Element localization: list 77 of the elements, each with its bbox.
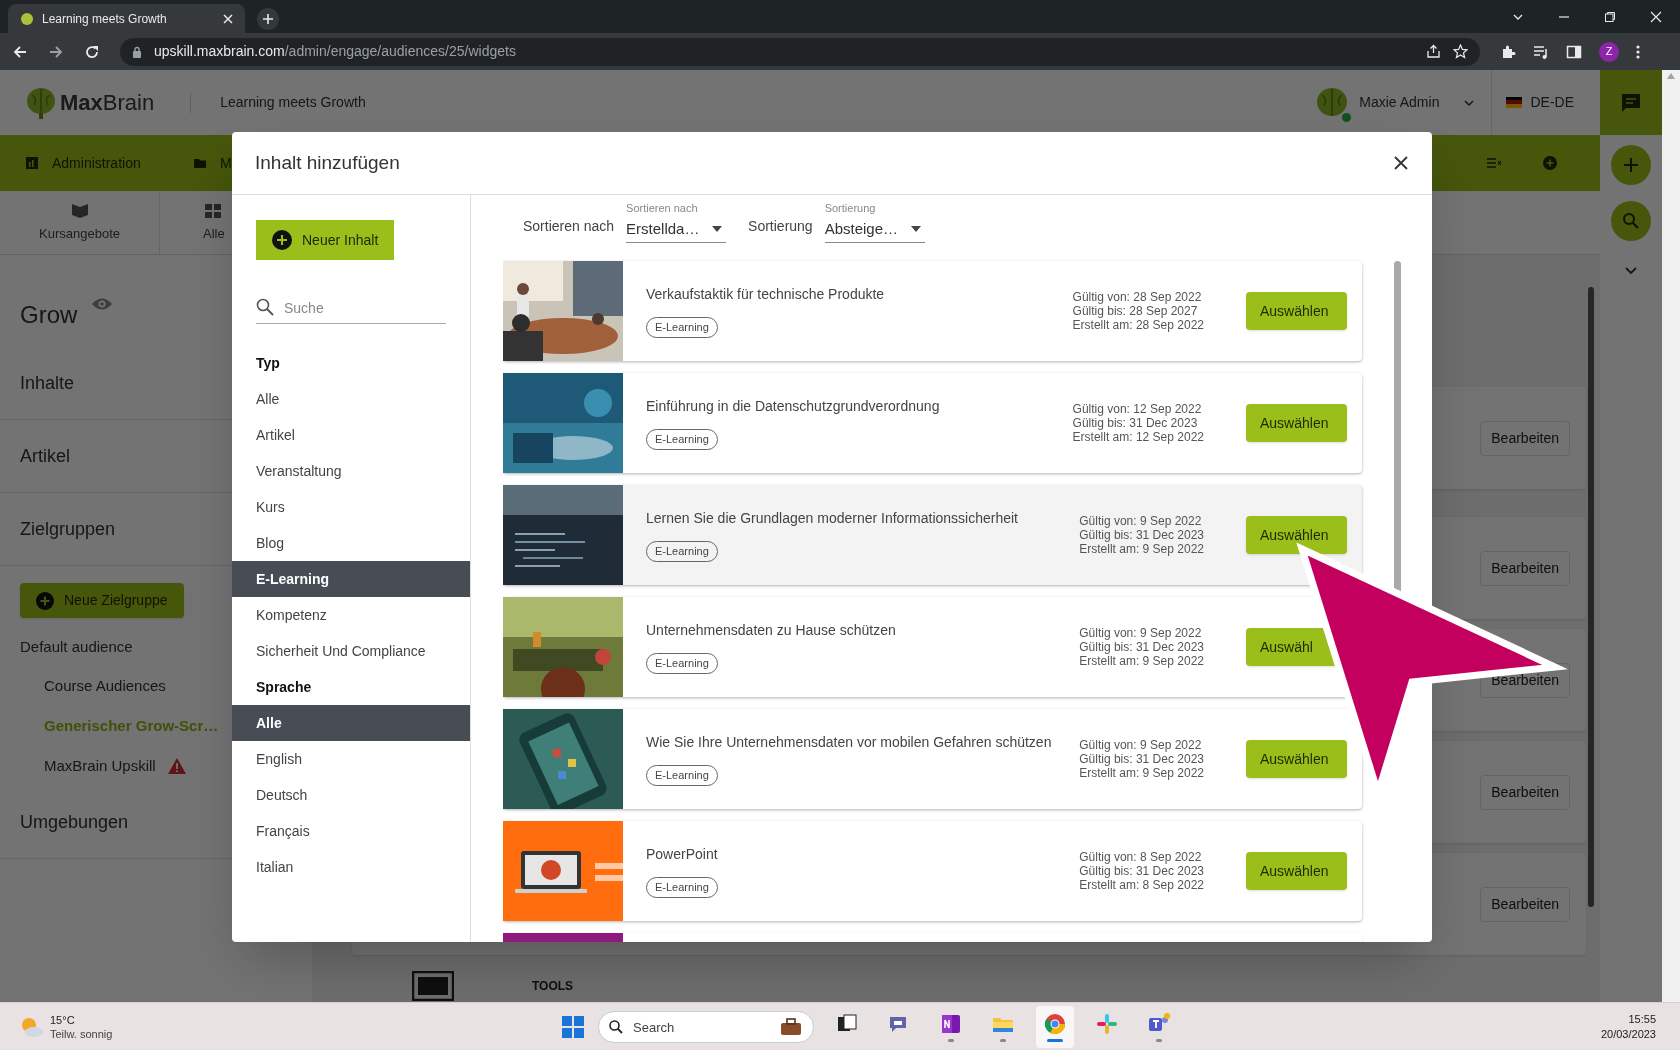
brand-logo-text: MaxBrain bbox=[60, 89, 155, 117]
date-text: Gültig bis: 28 Sep 2027 bbox=[1072, 304, 1199, 318]
locale-selector[interactable]: DE-DE bbox=[1530, 92, 1574, 113]
dialog-title: Inhalt hinzufügen bbox=[255, 150, 401, 175]
filter-option[interactable]: Sicherheit Und Compliance bbox=[232, 633, 470, 669]
audience-item[interactable]: MaxBrain Upskill bbox=[44, 754, 156, 778]
sidebar-section[interactable]: Inhalte bbox=[20, 369, 75, 397]
select-button[interactable]: Auswählen bbox=[1246, 740, 1347, 778]
date-text: Gültig von: 9 Sep 2022 bbox=[1079, 738, 1203, 752]
tagline: Learning meets Growth bbox=[220, 93, 366, 112]
date-text: Gültig bis: 31 Dec 2023 bbox=[1079, 864, 1204, 878]
sort-label: Sortierung bbox=[748, 217, 813, 236]
date-text: Gültig von: 28 Sep 2022 bbox=[1072, 290, 1203, 304]
tools-label: TOOLS bbox=[532, 978, 574, 995]
filter-option[interactable]: Kurs bbox=[232, 489, 470, 525]
sort-select[interactable]: Sortierung Absteige… bbox=[824, 199, 925, 243]
filter-option[interactable]: English bbox=[232, 741, 470, 777]
new-content-button[interactable]: Neuer Inhalt bbox=[256, 220, 395, 260]
filter-option[interactable]: Français bbox=[232, 813, 470, 849]
edit-button[interactable]: Bearbeiten bbox=[1480, 774, 1570, 810]
content-title: PowerPoint bbox=[646, 845, 719, 865]
content-title: Verkaufstaktik für technische Produkte bbox=[646, 285, 886, 305]
filter-option[interactable]: Artikel bbox=[232, 417, 470, 453]
sidebar-section[interactable]: Umgebungen bbox=[20, 808, 129, 836]
date-text: Gültig von: 9 Sep 2022 bbox=[1079, 626, 1203, 640]
weather-text: Teilw. sonnig bbox=[50, 1026, 113, 1041]
date-text: Gültig bis: 31 Dec 2023 bbox=[1079, 640, 1204, 654]
date-text: Gültig bis: 31 Dec 2023 bbox=[1079, 752, 1204, 766]
filter-option[interactable]: Alle bbox=[232, 705, 470, 741]
date-text: Erstellt am: 12 Sep 2022 bbox=[1072, 430, 1204, 444]
url-text: upskill.maxbrain.com/admin/engage/audiences/25/widgets bbox=[154, 42, 516, 61]
clock-time: 15:55 bbox=[1628, 1011, 1656, 1027]
weather-temp: 15°C bbox=[50, 1012, 76, 1027]
filter-option[interactable]: Veranstaltung bbox=[232, 453, 470, 489]
profile-avatar[interactable]: Z bbox=[1599, 41, 1619, 62]
filter-option[interactable]: Deutsch bbox=[232, 777, 470, 813]
date-text: Gültig von: 12 Sep 2022 bbox=[1072, 402, 1203, 416]
select-button[interactable]: Auswählen bbox=[1246, 404, 1347, 442]
content-title: Unternehmensdaten zu Hause schützen bbox=[646, 621, 897, 641]
date-text: Gültig bis: 31 Dec 2023 bbox=[1079, 528, 1204, 542]
filter-heading: Sprache bbox=[256, 677, 312, 697]
content-title: Lernen Sie die Grundlagen moderner Informationssicherheit bbox=[646, 509, 1019, 529]
audience-item[interactable]: Course Audiences bbox=[44, 674, 166, 698]
sort-select[interactable]: Sortieren nach Erstellda… bbox=[626, 199, 727, 243]
edit-button[interactable]: Bearbeiten bbox=[1480, 886, 1570, 922]
filter-option[interactable]: Italian bbox=[232, 849, 470, 885]
select-button[interactable]: Auswählen bbox=[1246, 516, 1347, 554]
date-text: Erstellt am: 28 Sep 2022 bbox=[1072, 318, 1204, 332]
date-text: Gültig von: 9 Sep 2022 bbox=[1079, 514, 1203, 528]
edit-button[interactable]: Bearbeiten bbox=[1480, 550, 1570, 586]
select-button[interactable]: Auswählen bbox=[1246, 852, 1347, 890]
date-text: Erstellt am: 9 Sep 2022 bbox=[1079, 766, 1204, 780]
edit-button[interactable]: Bearbeiten bbox=[1480, 420, 1570, 456]
filter-option[interactable]: Alle bbox=[232, 381, 470, 417]
content-title: Einführung in die Datenschutzgrundverordnung bbox=[646, 397, 941, 417]
browser-tab[interactable]: Learning meets Growth bbox=[8, 4, 245, 33]
user-menu[interactable]: Maxie Admin bbox=[1359, 92, 1440, 113]
date-text: Gültig von: 8 Sep 2022 bbox=[1079, 850, 1203, 864]
filter-option[interactable]: Kompetenz bbox=[232, 597, 470, 633]
filter-heading: Typ bbox=[256, 353, 280, 373]
page-title: Grow bbox=[20, 300, 78, 330]
date-text: Erstellt am: 9 Sep 2022 bbox=[1079, 654, 1204, 668]
sidebar-section[interactable]: Artikel bbox=[20, 442, 70, 470]
date-text: Erstellt am: 8 Sep 2022 bbox=[1079, 878, 1204, 892]
filter-option[interactable]: Blog bbox=[232, 525, 470, 561]
sidebar-section[interactable]: Zielgruppen bbox=[20, 515, 116, 543]
sort-label: Sortieren nach bbox=[523, 217, 615, 236]
select-button[interactable]: Auswählen bbox=[1246, 292, 1347, 330]
date-text: Erstellt am: 9 Sep 2022 bbox=[1079, 542, 1204, 556]
taskbar-search-box[interactable]: Search bbox=[598, 1011, 814, 1043]
subnav-tab[interactable]: Kursangebote bbox=[0, 191, 160, 254]
audience-group[interactable]: Default audience bbox=[20, 635, 133, 659]
clock-date: 20/03/2023 bbox=[1600, 1026, 1656, 1042]
filter-option[interactable]: E-Learning bbox=[232, 561, 470, 597]
date-text: Gültig bis: 31 Dec 2023 bbox=[1072, 416, 1199, 430]
address-field[interactable]: upskill.maxbrain.com/admin/engage/audiences/25/widgets bbox=[120, 37, 1480, 66]
content-title: Wie Sie Ihre Unternehmensdaten vor mobilen Gefahren schützen bbox=[646, 733, 1053, 753]
